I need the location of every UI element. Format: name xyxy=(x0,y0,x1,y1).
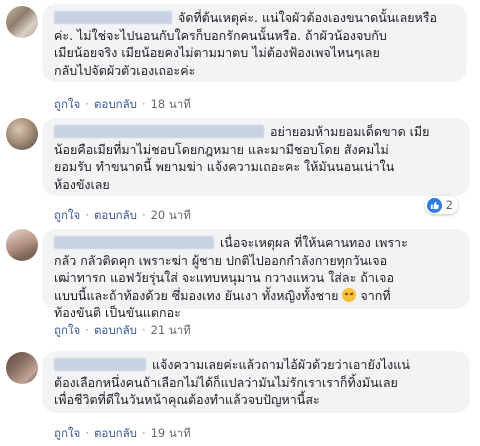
separator-dot: · xyxy=(141,426,146,440)
avatar[interactable] xyxy=(6,6,38,38)
like-link[interactable]: ถูกใจ xyxy=(54,323,80,337)
commenter-name-redacted[interactable] xyxy=(54,11,172,24)
comment-actions: ถูกใจ · ตอบกลับ · 21 นาที xyxy=(54,322,191,340)
commenter-name-redacted[interactable] xyxy=(54,236,214,249)
reply-link[interactable]: ตอบกลับ xyxy=(94,97,137,111)
avatar[interactable] xyxy=(6,352,38,384)
timestamp[interactable]: 21 นาที xyxy=(151,323,191,337)
separator-dot: · xyxy=(85,323,89,337)
separator-dot: · xyxy=(141,323,146,337)
reply-link[interactable]: ตอบกลับ xyxy=(94,208,137,222)
separator-dot: · xyxy=(141,97,146,111)
comment-bubble: อย่ายอมห้ามยอมเด็ดขาด เมีย น้อยคือเมียที… xyxy=(42,118,470,196)
separator-dot: · xyxy=(141,208,146,222)
commenter-name-redacted[interactable] xyxy=(54,358,146,371)
like-link[interactable]: ถูกใจ xyxy=(54,97,80,111)
comment-actions: ถูกใจ · ตอบกลับ · 20 นาที xyxy=(54,207,191,225)
comment-actions: ถูกใจ · ตอบกลับ · 18 นาที xyxy=(54,96,191,114)
avatar[interactable] xyxy=(6,118,38,150)
angry-emoji-icon xyxy=(342,287,357,302)
reaction-count: 2 xyxy=(445,198,453,212)
like-link[interactable]: ถูกใจ xyxy=(54,208,80,222)
like-icon xyxy=(426,197,442,213)
comment-actions: ถูกใจ · ตอบกลับ · 19 นาที xyxy=(54,425,191,443)
reply-link[interactable]: ตอบกลับ xyxy=(94,323,137,337)
comment-bubble: เนื่อจะเหตุผล ที่ให้นคานทอง เพราะ กลัว ก… xyxy=(42,229,470,320)
like-link[interactable]: ถูกใจ xyxy=(54,426,80,440)
avatar[interactable] xyxy=(6,229,38,261)
reply-link[interactable]: ตอบกลับ xyxy=(94,426,137,440)
timestamp[interactable]: 19 นาที xyxy=(151,426,191,440)
commenter-name-redacted[interactable] xyxy=(54,125,264,138)
reaction-count-badge[interactable]: 2 xyxy=(424,196,458,214)
separator-dot: · xyxy=(85,426,89,440)
separator-dot: · xyxy=(85,97,89,111)
comment-bubble: แจ้งความเลยค่ะแล้วถามไอ้ผัวด้วยว่าเอายัง… xyxy=(42,351,470,413)
timestamp[interactable]: 18 นาที xyxy=(151,97,191,111)
separator-dot: · xyxy=(85,208,89,222)
timestamp[interactable]: 20 นาที xyxy=(151,208,191,222)
comment-bubble: จัดที่ต้นเหตุค่ะ. แน่ใจผัวต้องเองขนาดนั้… xyxy=(42,4,467,82)
